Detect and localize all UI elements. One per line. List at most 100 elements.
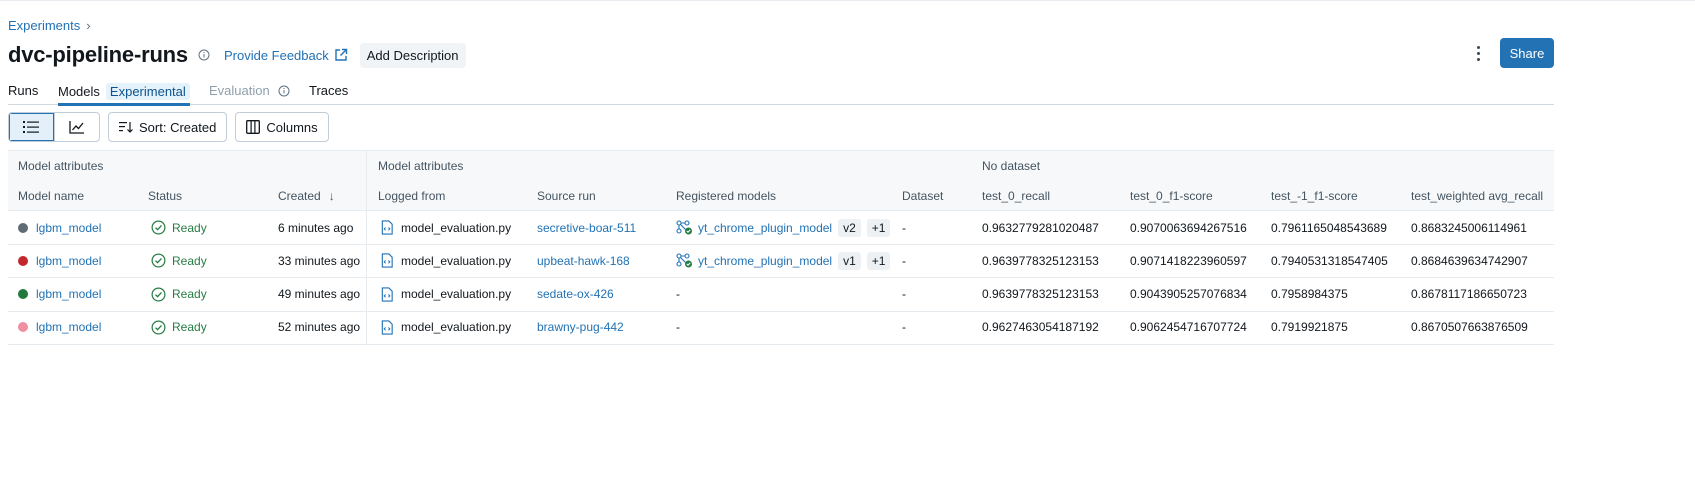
registered-model-link[interactable]: yt_chrome_plugin_model [698,221,832,235]
group-model-attributes-2: Model attributes [378,159,464,173]
info-icon[interactable] [196,47,212,63]
status-cell: Ready [151,244,207,277]
more-options-icon[interactable] [1470,44,1486,62]
registered-model-icon [676,220,692,235]
created-cell: 33 minutes ago [278,253,361,268]
status-badge: Ready [151,287,207,302]
col-test-0-recall[interactable]: test_0_recall [982,181,1050,210]
metric-test-neg1-f1-score: 0.7961165048543689 [1271,220,1387,235]
tab-models-label: Models [58,84,100,99]
source-run-cell: secretive-boar-511 [537,211,636,244]
add-description-button[interactable]: Add Description [359,42,466,68]
run-color-dot [18,222,28,233]
col-model-name[interactable]: Model name [18,181,84,210]
breadcrumb: Experiments › [8,18,91,33]
run-color-dot [18,322,28,333]
more-versions-tag[interactable]: +1 [866,251,891,270]
more-versions-tag[interactable]: +1 [866,218,891,237]
status-label: Ready [172,253,207,268]
run-color-dot [18,255,28,266]
view-mode-toggle [8,112,100,142]
check-circle-icon [151,320,166,335]
status-label: Ready [172,287,207,302]
check-circle-icon [151,287,166,302]
logged-from-file: model_evaluation.py [401,320,512,335]
registered-models-cell: - [676,287,680,302]
col-created[interactable]: Created ↓ [278,181,335,210]
table-row[interactable]: lgbm_model Ready 49 minutes ago model_ev… [8,278,1554,312]
tab-models[interactable]: Models Experimental [58,83,190,106]
version-tag[interactable]: v2 [838,218,861,237]
chart-view-icon[interactable] [53,113,100,141]
source-run-link[interactable]: brawny-pug-442 [537,320,624,334]
sort-icon [119,120,133,134]
status-badge: Ready [151,253,207,268]
source-run-cell: brawny-pug-442 [537,311,624,344]
version-tag[interactable]: v1 [838,251,861,270]
logged-from-file: model_evaluation.py [401,287,512,302]
col-dataset[interactable]: Dataset [902,181,943,210]
logged-from-cell: model_evaluation.py [380,211,511,244]
model-name-cell: lgbm_model [18,278,101,311]
dataset-cell: - [902,220,906,235]
source-run-link[interactable]: secretive-boar-511 [537,221,636,235]
run-color-dot [18,289,28,300]
code-file-icon [381,220,393,235]
metric-test-neg1-f1-score: 0.7958984375 [1271,287,1348,302]
status-cell: Ready [151,311,207,344]
source-run-link[interactable]: upbeat-hawk-168 [537,254,630,268]
share-button[interactable]: Share [1500,38,1554,68]
tab-runs[interactable]: Runs [8,83,38,98]
logged-from-file: model_evaluation.py [401,253,512,268]
metric-test-weighted-avg-recall: 0.8684639634742907 [1411,253,1528,268]
check-circle-icon [151,220,166,235]
breadcrumb-experiments-link[interactable]: Experiments [8,18,80,33]
col-created-label: Created [278,188,321,203]
model-name-link[interactable]: lgbm_model [36,254,101,268]
status-badge: Ready [151,220,207,235]
columns-label: Columns [266,119,318,135]
list-view-icon[interactable] [9,113,54,141]
source-run-cell: upbeat-hawk-168 [537,244,630,277]
table-row[interactable]: lgbm_model Ready 52 minutes ago model_ev… [8,311,1554,345]
model-name-cell: lgbm_model [18,211,101,244]
toolbar: Sort: Created Columns [8,112,329,142]
col-test-neg1-f1-score[interactable]: test_-1_f1-score [1271,181,1358,210]
logged-from-cell: model_evaluation.py [380,278,511,311]
logged-from-cell: model_evaluation.py [380,244,511,277]
status-badge: Ready [151,320,207,335]
metric-test-0-recall: 0.9627463054187192 [982,320,1099,335]
tab-traces[interactable]: Traces [309,83,348,98]
col-registered-models[interactable]: Registered models [676,181,776,210]
registered-model-link[interactable]: yt_chrome_plugin_model [698,254,832,268]
logged-from-cell: model_evaluation.py [380,311,511,344]
col-test-weighted-avg-recall[interactable]: test_weighted avg_recall [1411,181,1543,210]
model-name-link[interactable]: lgbm_model [36,221,101,235]
metric-test-0-recall: 0.9639778325123153 [982,287,1099,302]
page-title: dvc-pipeline-runs [8,42,188,67]
dataset-cell: - [902,253,906,268]
source-run-cell: sedate-ox-426 [537,278,614,311]
col-source-run[interactable]: Source run [537,181,596,210]
sort-button[interactable]: Sort: Created [108,112,228,142]
registered-models-cell: yt_chrome_plugin_model v2 +1 [676,211,891,244]
metric-test-neg1-f1-score: 0.7940531318547405 [1271,253,1388,268]
chevron-right-icon: › [86,18,91,33]
table-row[interactable]: lgbm_model Ready 6 minutes ago model_eva… [8,211,1554,245]
metric-test-0-f1-score: 0.9043905257076834 [1130,287,1247,302]
model-name-link[interactable]: lgbm_model [36,287,101,301]
tab-evaluation[interactable]: Evaluation [209,83,290,98]
metric-test-weighted-avg-recall: 0.8678117186650723 [1411,287,1527,302]
group-model-attributes-1: Model attributes [18,159,104,173]
table-row[interactable]: lgbm_model Ready 33 minutes ago model_ev… [8,244,1554,279]
col-test-0-f1-score[interactable]: test_0_f1-score [1130,181,1213,210]
provide-feedback-link[interactable]: Provide Feedback [224,48,348,63]
source-run-link[interactable]: sedate-ox-426 [537,287,614,301]
column-header-row: Model name Status Created ↓ Logged from … [8,181,1554,211]
col-logged-from[interactable]: Logged from [378,181,445,210]
model-name-link[interactable]: lgbm_model [36,320,101,334]
status-label: Ready [172,320,207,335]
col-status[interactable]: Status [148,181,182,210]
sort-label: Sort: Created [139,119,217,135]
columns-button[interactable]: Columns [235,112,329,142]
